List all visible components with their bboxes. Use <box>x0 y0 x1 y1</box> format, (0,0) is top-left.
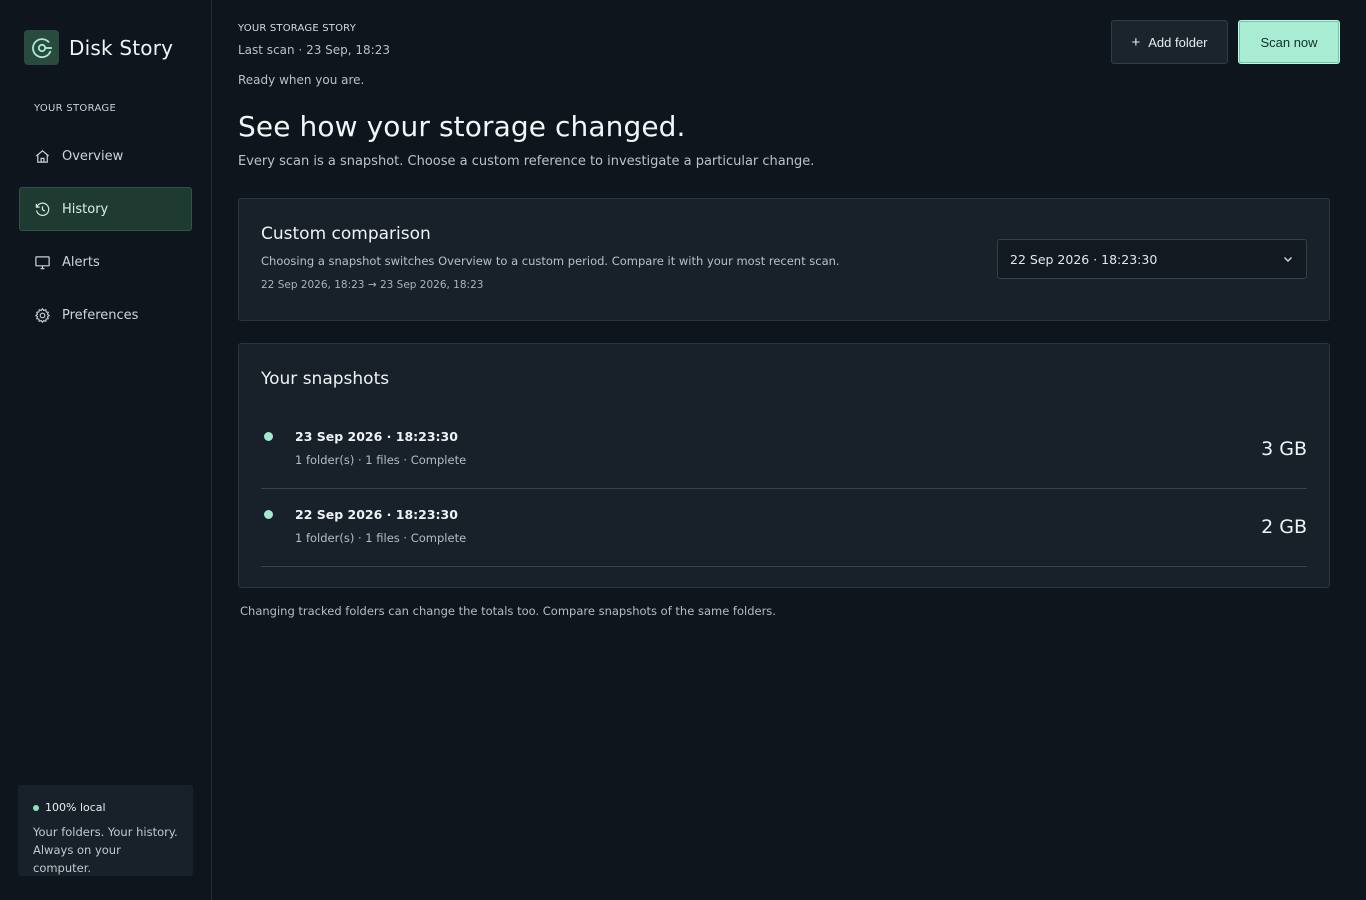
sidebar-item-preferences[interactable]: Preferences <box>19 293 192 337</box>
sidebar-section-label: YOUR STORAGE <box>34 103 117 114</box>
local-card-line: Your folders. Your history. <box>33 825 178 839</box>
snapshots-card: Your snapshots 23 Sep 2026 · 18:23:30 1 … <box>238 343 1330 588</box>
last-scan-text: Last scan · 23 Sep, 18:23 <box>238 43 390 57</box>
disk-story-logo-icon <box>24 30 59 65</box>
app-name: Disk Story <box>69 35 174 60</box>
status-text: Ready when you are. <box>238 73 365 87</box>
custom-comparison-card: Custom comparison Choosing a snapshot sw… <box>238 198 1330 321</box>
app-root: Disk Story YOUR STORAGE Overview History <box>0 0 1366 900</box>
footnote: Changing tracked folders can change the … <box>240 604 776 618</box>
sidebar-item-label: Overview <box>62 148 124 164</box>
snapshot-dot-icon <box>264 432 273 441</box>
snapshot-select[interactable]: 22 Sep 2026 · 18:23:30 <box>997 239 1307 279</box>
comparison-range: 22 Sep 2026, 18:23 → 23 Sep 2026, 18:23 <box>261 279 484 291</box>
snapshot-size: 2 GB <box>1261 516 1307 538</box>
snapshot-list: 23 Sep 2026 · 18:23:30 1 folder(s) · 1 f… <box>261 411 1307 567</box>
status-dot-icon <box>33 804 39 811</box>
add-folder-label: Add folder <box>1148 34 1208 50</box>
sidebar-item-label: Preferences <box>62 307 139 323</box>
scan-now-button[interactable]: Scan now <box>1238 20 1340 64</box>
sidebar-item-label: History <box>62 201 109 217</box>
snapshot-select-value: 22 Sep 2026 · 18:23:30 <box>1010 251 1158 267</box>
snapshot-meta: 1 folder(s) · 1 files · Complete <box>295 531 467 545</box>
sidebar: Disk Story YOUR STORAGE Overview History <box>0 0 212 900</box>
snapshot-size: 3 GB <box>1261 438 1307 460</box>
chevron-down-icon <box>1284 257 1292 262</box>
sidebar-item-label: Alerts <box>62 254 100 270</box>
snapshot-row[interactable]: 23 Sep 2026 · 18:23:30 1 folder(s) · 1 f… <box>261 411 1307 489</box>
sidebar-item-overview[interactable]: Overview <box>19 134 192 178</box>
comparison-description: Choosing a snapshot switches Overview to… <box>261 254 840 268</box>
snapshot-date: 22 Sep 2026 · 18:23:30 <box>295 507 458 522</box>
snapshots-title: Your snapshots <box>261 369 390 389</box>
brand[interactable]: Disk Story <box>24 30 173 65</box>
local-card-title-text: 100% local <box>45 801 106 814</box>
local-card-title: 100% local <box>33 801 178 814</box>
add-folder-button[interactable]: + Add folder <box>1111 20 1228 64</box>
snapshot-row[interactable]: 22 Sep 2026 · 18:23:30 1 folder(s) · 1 f… <box>261 489 1307 567</box>
snapshot-meta: 1 folder(s) · 1 files · Complete <box>295 453 467 467</box>
local-card-line: Always on your computer. <box>33 843 121 875</box>
page-eyebrow: YOUR STORAGE STORY <box>238 23 357 34</box>
page-subtitle: Every scan is a snapshot. Choose a custo… <box>238 154 815 169</box>
page-title: See how your storage changed. <box>238 110 686 143</box>
home-icon <box>35 149 50 163</box>
comparison-title: Custom comparison <box>261 224 431 244</box>
snapshot-dot-icon <box>264 510 273 519</box>
local-storage-card: 100% local Your folders. Your history. A… <box>18 785 193 876</box>
gear-icon <box>34 307 51 323</box>
snapshot-date: 23 Sep 2026 · 18:23:30 <box>295 429 458 444</box>
sidebar-item-history[interactable]: History <box>19 187 192 231</box>
history-icon <box>35 202 50 216</box>
sidebar-item-alerts[interactable]: Alerts <box>19 240 192 284</box>
local-card-text: Your folders. Your history. Always on yo… <box>33 823 178 877</box>
monitor-icon <box>35 255 50 269</box>
plus-icon: + <box>1131 33 1141 51</box>
main-content: YOUR STORAGE STORY Last scan · 23 Sep, 1… <box>212 0 1366 900</box>
sidebar-nav: Overview History Alerts Preferences <box>19 134 192 346</box>
